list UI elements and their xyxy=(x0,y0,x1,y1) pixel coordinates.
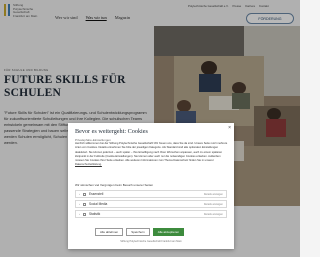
cookie-button-row: Alle ablehnen Speichern Alle akzeptieren xyxy=(95,228,185,236)
essential-checkbox[interactable] xyxy=(83,192,86,196)
privacy-settings-label: Privatsphäre-Einstellungen xyxy=(75,137,111,142)
show-details-link[interactable]: Details anzeigen xyxy=(204,193,223,196)
cookie-sub-label: Wir wünschen viel Vergnügen beim Besuch … xyxy=(75,183,154,187)
social-media-checkbox[interactable] xyxy=(83,202,86,206)
deny-all-button[interactable]: Alle ablehnen xyxy=(95,228,124,236)
chevron-right-icon: › xyxy=(79,212,80,216)
close-icon[interactable]: × xyxy=(228,125,231,131)
cookie-category-social-media[interactable]: › Social Media Details anzeigen xyxy=(75,200,227,208)
show-details-link[interactable]: Details anzeigen xyxy=(204,203,223,206)
save-button[interactable]: Speichern xyxy=(126,228,150,236)
cookie-consent-dialog: × Bevor es weitergeht: Cookies Privatsph… xyxy=(68,123,234,249)
cookie-category-essential[interactable]: › Essenziell Details anzeigen xyxy=(75,190,227,198)
cookie-category-statistics[interactable]: › Statistik Details anzeigen xyxy=(75,210,227,218)
cookie-intro-text: Herzlich willkommen bei der Stiftung Pol… xyxy=(75,142,228,168)
category-name: Statistik xyxy=(89,212,101,216)
cookie-dialog-footer: Stiftung Polytechnische Gesellschaft Fra… xyxy=(120,240,182,243)
chevron-right-icon: › xyxy=(79,202,80,206)
category-name: Social Media xyxy=(89,202,108,206)
statistics-checkbox[interactable] xyxy=(83,212,86,216)
category-name: Essenziell xyxy=(89,192,104,196)
show-details-link[interactable]: Details anzeigen xyxy=(204,213,223,216)
chevron-right-icon: › xyxy=(79,192,80,196)
accept-all-button[interactable]: Alle akzeptieren xyxy=(152,228,185,236)
cookie-dialog-title: Bevor es weitergeht: Cookies xyxy=(75,128,148,135)
privacy-policy-link[interactable]: Datenschutzerklärung. xyxy=(75,163,102,166)
cookie-intro-body: Herzlich willkommen bei der Stiftung Pol… xyxy=(75,142,228,163)
